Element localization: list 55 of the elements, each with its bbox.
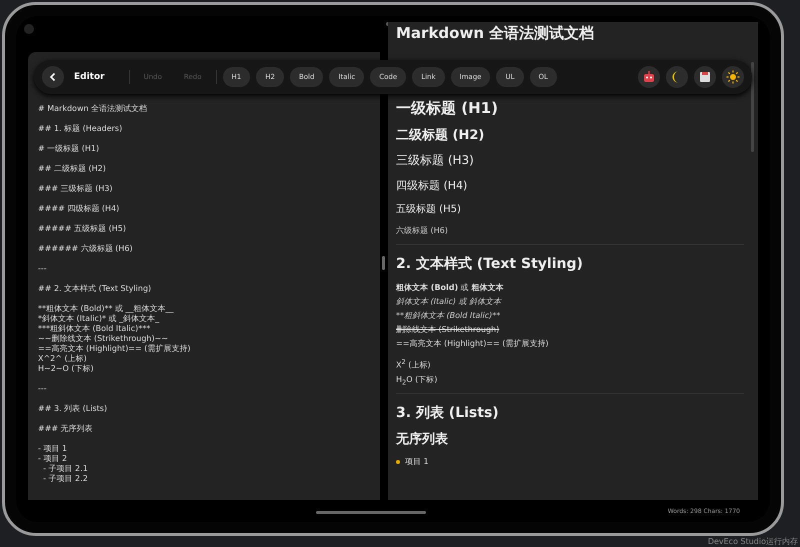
code-line: - 项目 1 [38,444,68,454]
code-line: ## 3. 列表 (Lists) [38,404,108,414]
robot-icon [642,70,656,84]
code-line: ## 1. 标题 (Headers) [38,124,124,134]
list-item: 项目 1 [405,456,429,468]
heading: 四级标题 (H4) [396,178,468,193]
back-icon [48,72,58,82]
toolbar-title: Editor [74,72,105,82]
sun-icon [726,70,740,84]
code-line: - 项目 2 [38,454,68,464]
code-line: --- [38,384,48,394]
code-line: # Markdown 全语法测试文档 [38,104,148,114]
back-button[interactable] [42,66,64,88]
italic-text: **粗斜体文本 (Bold Italic)** [396,310,502,322]
code-line: ==高亮文本 (Highlight)== (需扩展支持) [38,344,192,354]
heading: 无序列表 [396,430,449,448]
code-line: # 一级标题 (H1) [38,144,100,154]
code-line: ~~删除线文本 (Strikethrough)~~ [38,334,170,344]
heading: 二级标题 (H2) [396,127,486,144]
code-line: ##### 五级标题 (H5) [38,224,127,234]
heading: Markdown 全语法测试文档 [396,24,596,43]
code-line: ### 三级标题 (H3) [38,184,114,194]
code-line: --- [38,264,48,274]
heading: 六级标题 (H6) [396,225,449,236]
moon-button[interactable] [666,66,688,88]
code-line: *斜体文本 (Italic)* 或 _斜体文本_ [38,314,160,324]
save-icon [698,70,712,84]
code-line: X^2^ (上标) [38,354,88,364]
code-line: - 子项目 2.1 [42,464,89,474]
bullet-icon [396,460,400,464]
heading: 2. 文本样式 (Text Styling) [396,255,584,273]
heading: 一级标题 (H1) [396,99,499,118]
ide-status-text: DevEco Studio运行内存 [708,536,798,547]
italic-text: 斜体文本 (Italic) 或 斜体文本 [396,296,503,308]
robot-button[interactable] [638,66,660,88]
sun-button[interactable] [722,66,744,88]
paragraph: 粗体文本 (Bold) 或 粗体文本 [396,282,504,294]
code-line: ***粗斜体文本 (Bold Italic)*** [38,324,152,334]
code-line: ## 2. 文本样式 (Text Styling) [38,284,152,294]
heading: 三级标题 (H3) [396,152,475,169]
code-line: **粗体文本 (Bold)** 或 __粗体文本__ [38,304,175,314]
paragraph: H$_{2}$O (下标) [396,374,438,388]
heading: 3. 列表 (Lists) [396,404,500,422]
strikethrough-text: 删除线文本 (Strikethrough) [396,324,500,336]
code-line: #### 四级标题 (H4) [38,204,120,214]
paragraph: ==高亮文本 (Highlight)== (需扩展支持) [396,338,550,350]
paragraph: X$^{2}$ (上标) [396,357,432,372]
code-line: - 子项目 2.2 [42,474,89,484]
save-button[interactable] [694,66,716,88]
camera-dot [24,24,34,34]
code-line: ## 二级标题 (H2) [38,164,107,174]
code-line: H~2~O (下标) [38,364,95,374]
heading: 五级标题 (H5) [396,202,462,216]
code-line: ### 无序列表 [38,424,94,434]
code-line: ###### 六级标题 (H6) [38,244,134,254]
